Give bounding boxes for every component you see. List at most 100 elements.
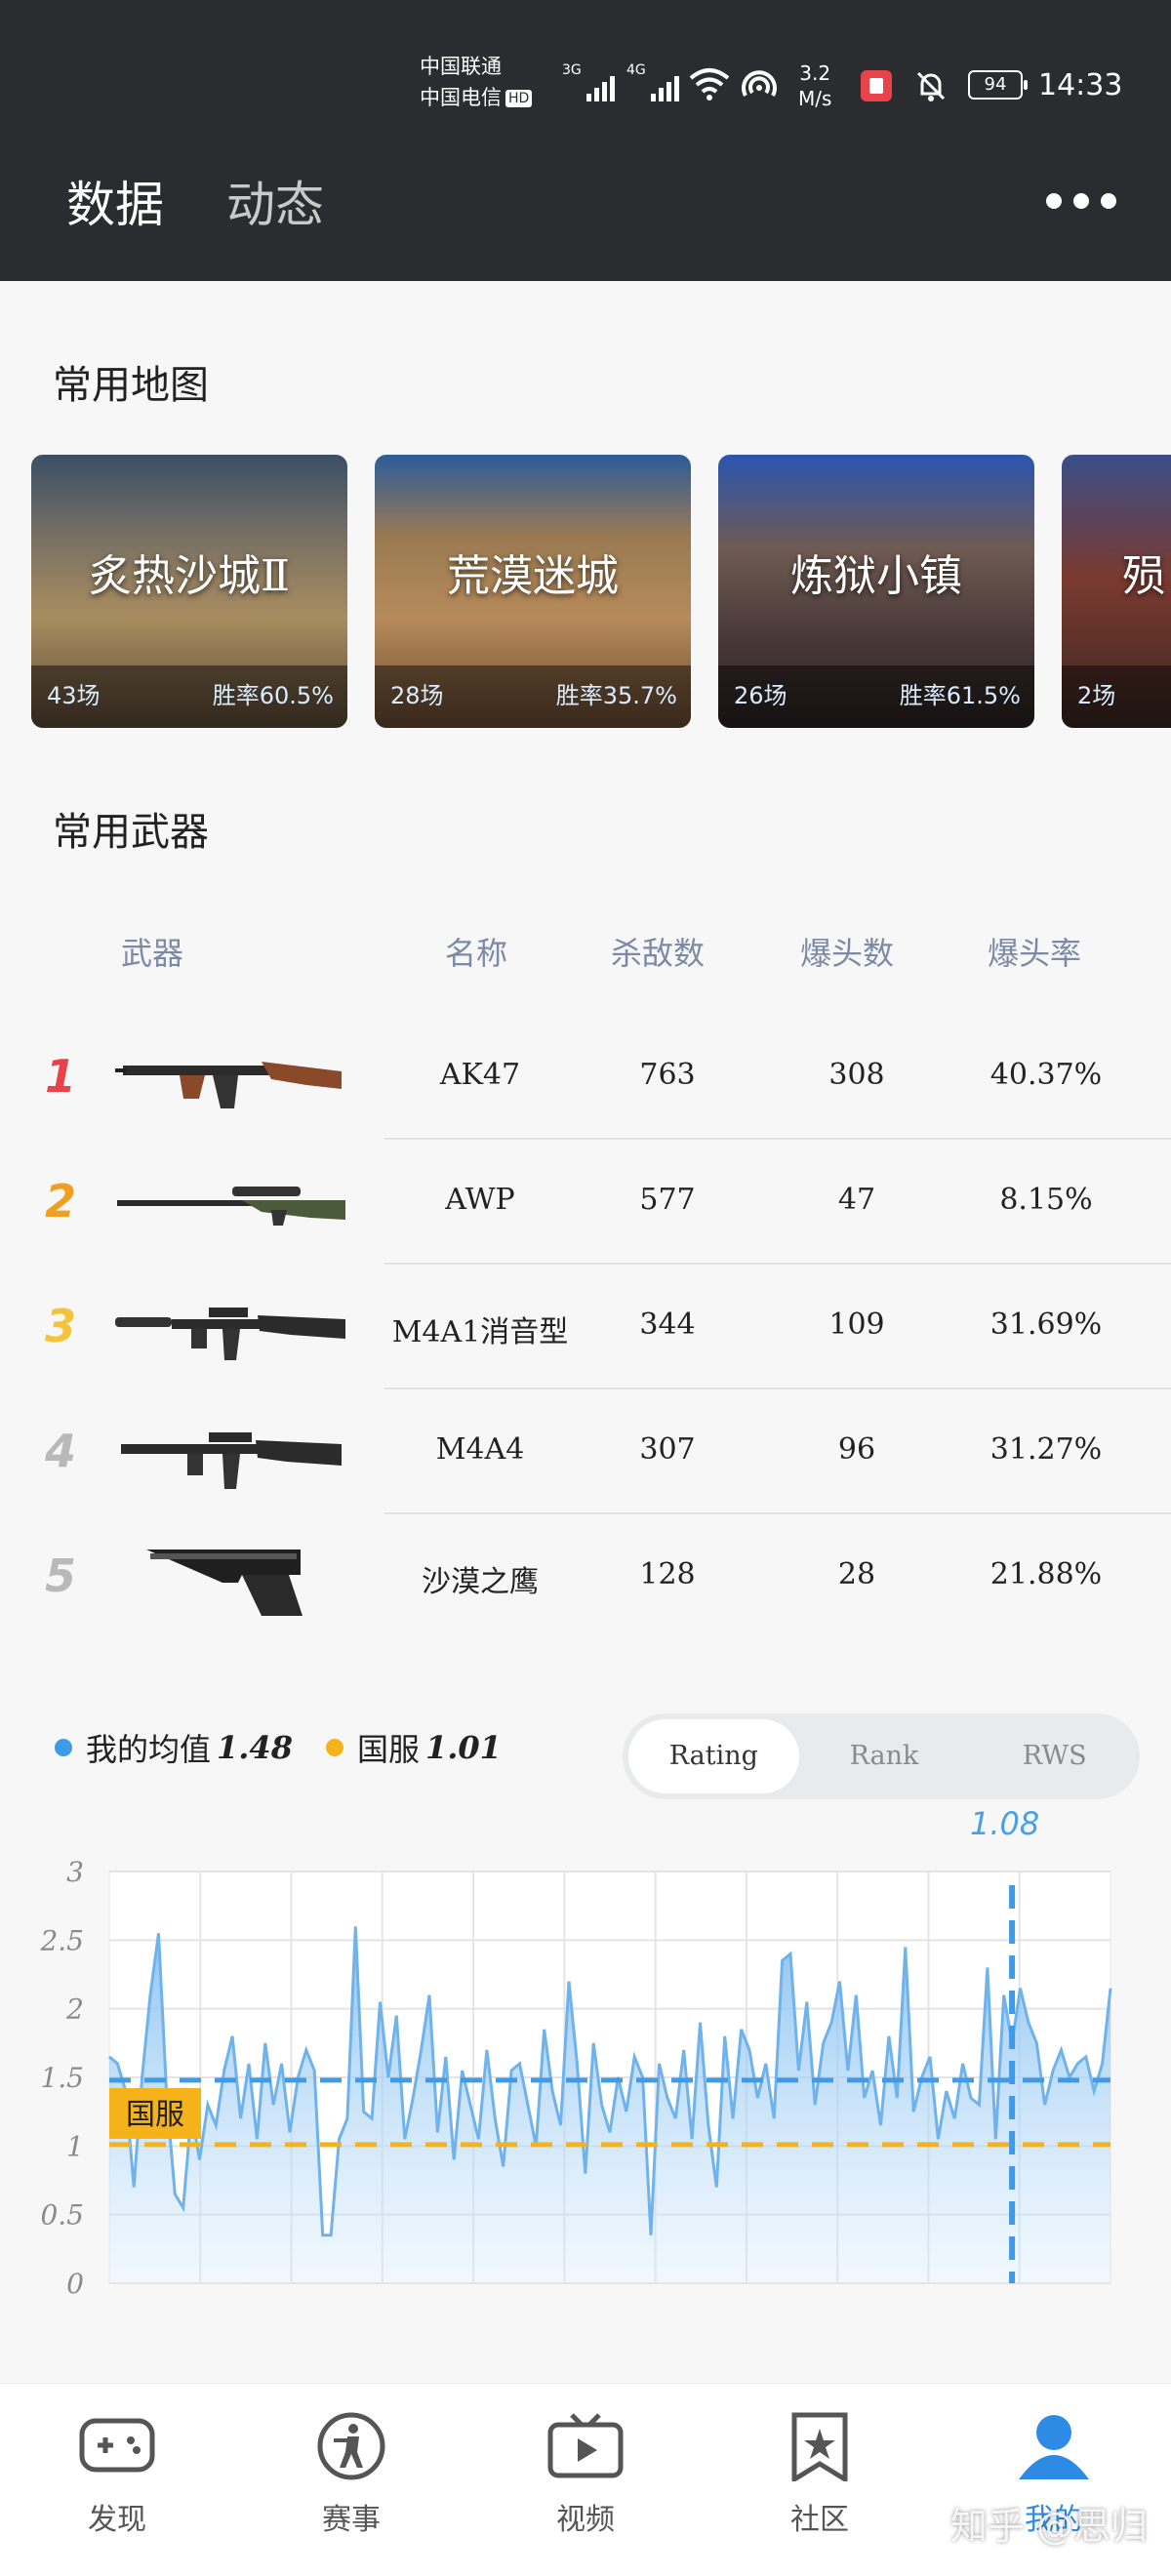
legend-server-value: 1.01	[424, 1729, 502, 1766]
map-card-partial[interactable]: 殒 2场	[1062, 455, 1171, 728]
nav-label: 发现	[88, 2503, 146, 2537]
net-speed: 3.2 M/s	[798, 61, 832, 110]
map-winrate: 胜率61.5%	[899, 682, 1021, 709]
weapon-row[interactable]: 3 M4A1消音型 344 109 31.69%	[0, 1265, 1171, 1389]
weapon-name: AK47	[439, 1058, 521, 1092]
weapon-kills: 763	[639, 1058, 696, 1092]
legend-mine-label: 我的均值	[86, 1731, 212, 1768]
rating-chart[interactable]: 0 0.5 1 1.5 2 2.5 3 国服	[0, 1854, 1171, 2322]
weapon-kills: 344	[639, 1308, 696, 1342]
weapon-hs-rate: 40.37%	[989, 1058, 1103, 1092]
y-tick-label: 0.5	[40, 2199, 84, 2232]
y-tick-label: 2.5	[39, 1924, 84, 1956]
weapon-hs-rate: 31.27%	[989, 1432, 1103, 1467]
nav-matches[interactable]: 赛事	[283, 2411, 420, 2538]
m4a4-icon	[121, 1432, 342, 1489]
weapon-name: M4A1消音型	[391, 1315, 569, 1349]
weapon-headshots: 308	[828, 1058, 885, 1092]
nav-label: 赛事	[322, 2503, 381, 2537]
weapon-rank: 1	[45, 1050, 77, 1103]
deagle-icon	[146, 1550, 303, 1616]
carrier-info: 中国联通 中国电信 HD	[420, 51, 533, 113]
battery-indicator: 94	[968, 70, 1028, 100]
weapon-hs-rate: 8.15%	[999, 1183, 1093, 1217]
tab-rating[interactable]: Rating	[628, 1719, 799, 1793]
weapon-rank: 5	[45, 1550, 77, 1602]
tab-feed[interactable]: 动态	[226, 177, 324, 233]
weapon-headshots: 28	[837, 1557, 876, 1591]
map-name: 炼狱小镇	[790, 551, 962, 601]
y-tick-label: 3	[66, 1856, 84, 1888]
signal-4g-icon: 4G	[626, 62, 679, 101]
weapon-row[interactable]: 1 AK47 763 308 40.37%	[0, 1015, 1171, 1140]
status-time: 14:33	[1038, 68, 1123, 102]
weapon-headshots: 47	[837, 1183, 876, 1217]
nav-label: 社区	[790, 2503, 849, 2537]
weapon-rank: 4	[45, 1425, 77, 1477]
server-tag-label: 国服	[126, 2098, 184, 2132]
nav-discover[interactable]: 发现	[49, 2411, 185, 2538]
legend-mine-dot	[55, 1739, 72, 1756]
user-icon	[1019, 2415, 1089, 2479]
header-tabs: 数据 动态	[66, 166, 386, 236]
col-weapon: 武器	[121, 935, 184, 972]
map-card-inferno[interactable]: 炼狱小镇 26场 胜率61.5%	[718, 455, 1034, 728]
col-name: 名称	[445, 935, 508, 972]
signal-3g-icon: 3G	[562, 62, 615, 101]
col-hs-rate: 爆头率	[988, 935, 1082, 972]
nav-label: 视频	[556, 2503, 615, 2537]
map-games: 43场	[47, 682, 101, 709]
weapon-name: 沙漠之鹰	[422, 1565, 539, 1599]
weapons-section-title: 常用武器	[53, 810, 209, 855]
map-games: 2场	[1077, 682, 1116, 709]
status-bar: 中国联通 中国电信 HD 3G 4G 3.2 M/s 94 14:33	[0, 43, 1171, 121]
weapon-row[interactable]: 4 M4A4 307 96 31.27%	[0, 1389, 1171, 1514]
tab-rws[interactable]: RWS	[969, 1719, 1140, 1793]
more-dots-icon[interactable]	[1046, 193, 1116, 209]
weapon-hs-rate: 31.69%	[989, 1308, 1103, 1342]
ak47-icon	[115, 1062, 342, 1108]
map-winrate: 胜率60.5%	[212, 682, 334, 709]
y-tick-label: 2	[65, 1993, 84, 2026]
nav-community[interactable]: 社区	[751, 2411, 888, 2538]
selected-value: 1.08	[970, 1805, 1040, 1842]
top-bar: 中国联通 中国电信 HD 3G 4G 3.2 M/s 94 14:33 数据 动…	[0, 0, 1171, 281]
tv-play-icon	[547, 2413, 624, 2478]
nav-videos[interactable]: 视频	[517, 2411, 654, 2538]
map-games: 28场	[390, 682, 444, 709]
col-kills: 杀敌数	[611, 935, 706, 972]
hd-badge: HD	[505, 90, 533, 107]
weapon-rank: 3	[45, 1300, 77, 1352]
awp-icon	[117, 1187, 345, 1226]
weapon-name: M4A4	[435, 1432, 525, 1467]
metric-switch[interactable]: Rating Rank RWS	[623, 1713, 1140, 1799]
wifi-icon	[689, 68, 730, 101]
carrier-1: 中国联通	[420, 55, 502, 78]
legend-server-dot	[325, 1739, 343, 1756]
weapon-row[interactable]: 5 沙漠之鹰 128 28 21.88%	[0, 1514, 1171, 1639]
tab-data[interactable]: 数据	[66, 177, 164, 233]
weapon-headshots: 96	[837, 1432, 876, 1467]
y-tick-label: 1.5	[40, 2062, 84, 2094]
weapon-row[interactable]: 2 AWP 577 47 8.15%	[0, 1140, 1171, 1265]
map-games: 26场	[734, 682, 787, 709]
hotspot-icon	[742, 70, 777, 97]
legend-server-label: 国服	[356, 1731, 420, 1768]
weapon-kills: 307	[639, 1432, 696, 1467]
map-name: 炙热沙城Ⅱ	[89, 551, 290, 601]
map-card-mirage[interactable]: 荒漠迷城 28场 胜率35.7%	[375, 455, 691, 728]
weapon-rank: 2	[45, 1175, 77, 1228]
map-card-list[interactable]: 炙热沙城Ⅱ 43场 胜率60.5% 荒漠迷城 28场 胜率35.7% 炼狱小镇 …	[31, 455, 1171, 730]
chart-legend: 我的均值 1.48 国服 1.01	[55, 1725, 535, 1770]
legend-mine-value: 1.48	[217, 1729, 293, 1766]
y-tick-label: 0	[66, 2268, 84, 2300]
weapon-name: AWP	[445, 1183, 515, 1217]
map-name: 荒漠迷城	[447, 551, 619, 601]
tab-rank[interactable]: Rank	[799, 1719, 970, 1793]
maps-section-title: 常用地图	[53, 363, 209, 408]
m4a1-icon	[115, 1308, 345, 1360]
weapon-kills: 577	[639, 1183, 696, 1217]
carrier-2: 中国电信	[420, 86, 502, 109]
weapon-hs-rate: 21.88%	[989, 1557, 1103, 1591]
map-card-dust2[interactable]: 炙热沙城Ⅱ 43场 胜率60.5%	[31, 455, 347, 728]
